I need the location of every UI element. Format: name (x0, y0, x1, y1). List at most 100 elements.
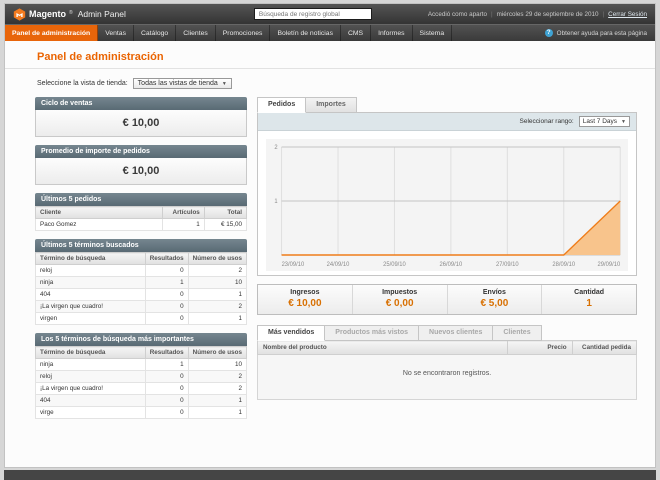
table-row: ninja 1 10 (35, 358, 248, 371)
nav-item-7[interactable]: Informes (371, 25, 413, 41)
brand-suffix: Admin Panel (77, 9, 126, 19)
dashboard-content: Panel de administración Seleccione la vi… (5, 41, 655, 467)
table-row: virge 0 1 (35, 406, 248, 419)
table-header-row: Nombre del producto Precio Cantidad pedida (256, 340, 638, 355)
nav-item-8[interactable]: Sistema (413, 25, 453, 41)
table-header-row: Término de búsqueda Resultados Número de u… (35, 346, 248, 359)
column-header: Precio (507, 340, 573, 355)
table-cell: ninja (35, 276, 146, 289)
nav-item-5[interactable]: Boletín de noticias (270, 25, 341, 41)
tab-nuevos-clientes[interactable]: Nuevos clientes (419, 325, 494, 341)
nav-item-2[interactable]: Catálogo (134, 25, 177, 41)
x-tick-label: 25/09/10 (383, 262, 406, 268)
table-cell: 1 (187, 394, 248, 407)
chevron-down-icon: ▼ (621, 118, 626, 125)
x-tick-label: 23/09/10 (282, 262, 305, 268)
stat-envios: Envíos € 5,00 (446, 285, 542, 314)
table-cell: 1 (144, 358, 189, 371)
table-cell: virge (35, 406, 146, 419)
table-cell: 0 (144, 394, 189, 407)
range-select[interactable]: Last 7 Days ▼ (578, 116, 630, 127)
table-cell: 10 (187, 276, 248, 289)
table-cell: ¡La virgen que cuadro! (35, 382, 146, 395)
y-tick-label: 1 (274, 199, 277, 205)
top-header: Magento ® Admin Panel Accedió como apart… (5, 4, 655, 24)
column-header: Número de usos (187, 252, 248, 265)
tab-pedidos[interactable]: Pedidos (257, 97, 307, 113)
column-header: Cliente (35, 206, 163, 219)
nav-item-6[interactable]: CMS (341, 25, 372, 41)
panel-title-top-search: Los 5 términos de búsqueda más important… (35, 333, 247, 346)
stat-cantidad: Cantidad 1 (541, 285, 636, 314)
store-view-select[interactable]: Todas las vistas de tienda ▼ (132, 78, 232, 89)
table-header-row: Cliente Artículos Total (35, 206, 248, 219)
orders-chart-svg: 1 2 23/09/10 24/09/10 25/09/10 26/09/10 27/09/… (266, 139, 628, 271)
tab-mas-vendidos[interactable]: Más vendidos (257, 325, 326, 341)
table-cell: ninja (35, 358, 146, 371)
table-row: ¡La virgen que cuadro! 0 2 (35, 300, 248, 313)
column-header: Resultados (144, 252, 189, 265)
table-cell: 1 (187, 406, 248, 419)
tab-productos-mas-vistos[interactable]: Productos más vistos (325, 325, 420, 341)
table-cell: 1 (144, 276, 189, 289)
products-tabs: Más vendidos Productos más vistos Nuevos… (257, 325, 637, 341)
tab-clientes[interactable]: Clientes (493, 325, 542, 341)
average-order-value: € 10,00 (35, 158, 247, 185)
title-divider (5, 68, 655, 69)
table-cell: reloj (35, 370, 146, 383)
page-help[interactable]: ? Obtener ayuda para esta página (537, 25, 655, 41)
right-column: Pedidos Importes Seleccionar rango: Last… (256, 97, 638, 427)
nav-item-0[interactable]: Panel de administración (5, 25, 99, 41)
table-cell: Paco Gomez (35, 218, 163, 231)
table-cell: 10 (187, 358, 248, 371)
left-column: Ciclo de ventas € 10,00 Promedio de impo… (35, 97, 248, 427)
stat-label: Cantidad (574, 289, 605, 296)
global-search-input[interactable] (253, 8, 372, 20)
logout-link[interactable]: Cerrar Sesión (608, 11, 647, 18)
last-orders-panel: Últimos 5 pedidos Cliente Artículos Total … (35, 193, 248, 231)
panel-title-last-search: Últimos 5 términos buscados (35, 239, 247, 252)
x-tick-label: 28/09/10 (552, 262, 575, 268)
stat-value: € 5,00 (480, 298, 509, 309)
column-header: Término de búsqueda (35, 252, 146, 265)
table-cell: 0 (144, 382, 189, 395)
tab-importes[interactable]: Importes (306, 97, 357, 113)
magento-logo: Magento ® Admin Panel (13, 7, 126, 21)
table-cell: 0 (144, 370, 189, 383)
table-cell: 2 (187, 300, 248, 313)
average-order-panel: Promedio de importe de pedidos € 10,00 (35, 145, 247, 185)
table-body: ninja 1 10 reloj 0 2 ¡La virgen que cuadro! 0 2 4… (35, 358, 248, 419)
chevron-down-icon: ▼ (221, 80, 227, 87)
last-search-panel: Últimos 5 términos buscados Término de b… (35, 239, 248, 325)
nav-item-1[interactable]: Ventas (98, 25, 134, 41)
column-header: Nombre del producto (256, 340, 509, 355)
products-table: Nombre del producto Precio Cantidad pedida (256, 340, 638, 355)
nav-item-4[interactable]: Promociones (216, 25, 271, 41)
main-nav-items: Panel de administración Ventas Catálogo Cli… (5, 25, 453, 41)
brand-name: Magento (29, 9, 66, 19)
table-cell: 0 (144, 288, 189, 301)
table-header-row: Término de búsqueda Resultados Número de u… (35, 252, 248, 265)
table-cell: 2 (187, 264, 248, 277)
lifetime-sales-value: € 10,00 (35, 110, 247, 137)
table-body: reloj 0 2 ninja 1 10 404 0 1 ¡La virgen que cuadr… (35, 264, 248, 325)
stat-value: 1 (586, 298, 592, 309)
panel-title-average: Promedio de importe de pedidos (35, 145, 247, 158)
chart-tabs: Pedidos Importes (257, 97, 637, 113)
admin-window: Magento ® Admin Panel Accedió como apart… (4, 3, 656, 468)
last-search-table: Término de búsqueda Resultados Número de u… (35, 252, 248, 325)
bottom-strip (4, 470, 656, 480)
table-row: 404 0 1 (35, 394, 248, 407)
table-row: 404 0 1 (35, 288, 248, 301)
table-row: ninja 1 10 (35, 276, 248, 289)
separator: | (490, 10, 493, 18)
chart-toolbar: Seleccionar rango: Last 7 Days ▼ (258, 113, 636, 131)
table-cell: 0 (144, 300, 189, 313)
nav-item-3[interactable]: Clientes (176, 25, 216, 41)
last-orders-table: Cliente Artículos Total Paco Gomez 1 € 15,00 (35, 206, 248, 231)
panel-title-lifetime: Ciclo de ventas (35, 97, 247, 110)
panel-title-last-orders: Últimos 5 pedidos (35, 193, 247, 206)
table-cell: 1 (187, 288, 248, 301)
top-search-panel: Los 5 términos de búsqueda más important… (35, 333, 248, 419)
stat-label: Envíos (482, 289, 506, 296)
